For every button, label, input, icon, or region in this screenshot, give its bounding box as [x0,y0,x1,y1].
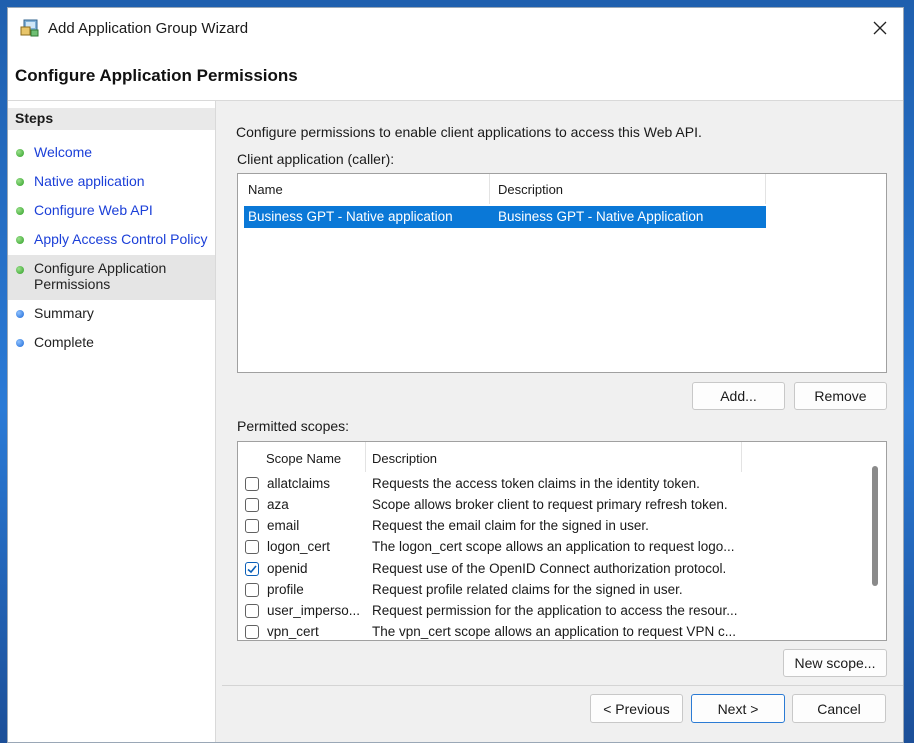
step-complete: Complete [8,330,215,358]
scope-name: profile [267,582,304,597]
client-description-cell: Business GPT - Native Application [498,209,704,224]
step-done-icon [16,236,24,244]
title-bar: Add Application Group Wizard [8,8,903,48]
scope-name: logon_cert [267,539,331,554]
scope-row[interactable]: aza Scope allows broker client to reques… [238,496,878,517]
scope-name: allatclaims [267,476,331,491]
permitted-scopes-list[interactable]: Scope Name Description allatclaims Reque… [237,441,887,641]
scope-checkbox[interactable] [245,540,259,554]
column-header-description[interactable]: Description [490,174,766,204]
wizard-window: Add Application Group Wizard Configure A… [7,7,904,743]
step-pending-icon [16,310,24,318]
step-label[interactable]: Configure Web API [34,202,209,218]
step-configure-application-permissions: Configure Application Permissions [8,255,215,300]
step-label[interactable]: Apply Access Control Policy [34,231,209,247]
app-group-icon [20,19,40,37]
step-done-icon [16,149,24,157]
client-row-selected[interactable]: Business GPT - Native application Busine… [244,206,766,228]
scope-checkbox[interactable] [245,519,259,533]
new-scope-button[interactable]: New scope... [783,649,887,677]
client-name-cell: Business GPT - Native application [248,209,453,224]
wizard-footer: < Previous Next > Cancel [222,685,903,742]
scope-checkbox[interactable] [245,604,259,618]
step-label: Complete [34,334,94,350]
scope-description: Scope allows broker client to request pr… [372,497,728,512]
page-title: Configure Application Permissions [15,66,298,85]
step-label[interactable]: Welcome [34,144,209,160]
column-header-scope-description[interactable]: Description [366,442,742,472]
column-header-scope-name[interactable]: Scope Name [244,442,366,472]
steps-heading: Steps [8,108,215,130]
add-button[interactable]: Add... [692,382,785,410]
scopes-scrollbar[interactable] [872,466,878,586]
steps-panel: Steps Welcome Native application Configu… [8,101,216,742]
step-native-application[interactable]: Native application [8,167,215,195]
next-button[interactable]: Next > [691,694,785,723]
wizard-header: Configure Application Permissions [8,48,903,101]
scope-row[interactable]: logon_cert The logon_cert scope allows a… [238,538,878,559]
step-apply-access-control-policy[interactable]: Apply Access Control Policy [8,225,215,253]
step-done-icon [16,178,24,186]
scope-name: email [267,518,300,533]
scope-name: aza [267,497,289,512]
step-label: Configure Application Permissions [34,260,167,292]
close-button[interactable] [857,8,903,48]
scope-checkbox[interactable] [245,583,259,597]
scope-description: The vpn_cert scope allows an application… [372,624,736,639]
scope-description: Requests the access token claims in the … [372,476,700,491]
scope-row[interactable]: allatclaims Requests the access token cl… [238,475,878,496]
permitted-scopes-label: Permitted scopes: [237,418,350,434]
scope-checkbox-checked[interactable] [245,562,259,576]
previous-button[interactable]: < Previous [590,694,683,723]
scope-name: vpn_cert [267,624,319,639]
client-applications-list[interactable]: Name Description Business GPT - Native a… [237,173,887,373]
scope-row[interactable]: vpn_cert The vpn_cert scope allows an ap… [238,623,878,640]
remove-button[interactable]: Remove [794,382,887,410]
scope-description: The logon_cert scope allows an applicati… [372,539,735,554]
step-configure-web-api[interactable]: Configure Web API [8,196,215,224]
step-pending-icon [16,339,24,347]
column-header-name[interactable]: Name [244,174,490,204]
step-label: Summary [34,305,94,321]
scope-description: Request use of the OpenID Connect author… [372,561,727,576]
scope-description: Request profile related claims for the s… [372,582,683,597]
scope-row[interactable]: user_imperso... Request permission for t… [238,602,878,623]
step-done-icon [16,266,24,274]
cancel-button[interactable]: Cancel [792,694,886,723]
scope-checkbox[interactable] [245,477,259,491]
scope-name: openid [267,561,308,576]
close-icon [873,21,887,35]
scope-row[interactable]: openid Request use of the OpenID Connect… [238,560,878,581]
step-done-icon [16,207,24,215]
checkmark-icon [247,565,257,574]
content-panel: Configure permissions to enable client a… [222,101,903,742]
step-summary: Summary [8,301,215,329]
window-title: Add Application Group Wizard [48,20,249,37]
scope-row[interactable]: profile Request profile related claims f… [238,581,878,602]
step-label[interactable]: Native application [34,173,209,189]
intro-text: Configure permissions to enable client a… [236,124,702,140]
scope-description: Request the email claim for the signed i… [372,518,649,533]
client-application-label: Client application (caller): [237,151,395,167]
scope-name: user_imperso... [267,603,361,618]
scope-description: Request permission for the application t… [372,603,738,618]
step-welcome[interactable]: Welcome [8,138,215,166]
scope-checkbox[interactable] [245,625,259,639]
scope-row[interactable]: email Request the email claim for the si… [238,517,878,538]
scope-checkbox[interactable] [245,498,259,512]
